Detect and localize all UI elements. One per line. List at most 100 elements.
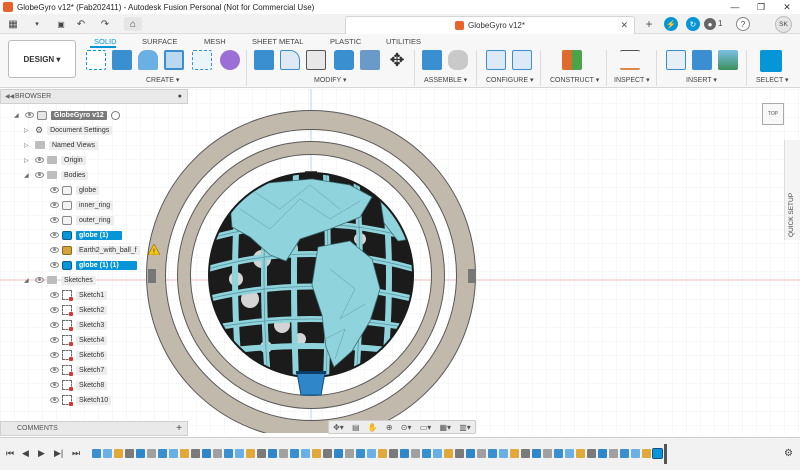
modify-group-label[interactable]: MODIFY ▾ bbox=[314, 76, 347, 84]
tree-item-body[interactable]: outer_ring bbox=[50, 213, 114, 227]
timeline-feature-icon[interactable] bbox=[510, 449, 519, 458]
timeline-feature-icon[interactable] bbox=[400, 449, 409, 458]
step-back-icon[interactable]: ◀ bbox=[22, 448, 29, 459]
close-window-button[interactable]: ✕ bbox=[774, 0, 800, 14]
timeline-feature-icon[interactable] bbox=[158, 449, 167, 458]
visibility-eye-icon[interactable] bbox=[50, 307, 59, 313]
tab-plastic[interactable]: PLASTIC bbox=[330, 37, 361, 46]
tab-solid[interactable]: SOLID bbox=[94, 37, 117, 46]
visibility-eye-icon[interactable] bbox=[50, 397, 59, 403]
timeline-feature-icon[interactable] bbox=[554, 449, 563, 458]
create-sketch-icon[interactable] bbox=[86, 50, 106, 70]
timeline-feature-icon[interactable] bbox=[279, 449, 288, 458]
tree-item-sketch[interactable]: Sketch2 bbox=[50, 303, 108, 317]
inspect-group-label[interactable]: INSPECT ▾ bbox=[614, 76, 650, 84]
visibility-eye-icon[interactable] bbox=[50, 232, 59, 238]
go-to-start-icon[interactable]: ⏮ bbox=[6, 448, 14, 459]
zoom-icon[interactable]: ⊕ bbox=[386, 423, 393, 432]
visibility-eye-icon[interactable] bbox=[35, 277, 44, 283]
timeline-feature-icon[interactable] bbox=[587, 449, 596, 458]
close-tab-icon[interactable]: ✕ bbox=[620, 20, 628, 31]
step-forward-icon[interactable]: ▶| bbox=[54, 448, 63, 459]
expand-arrow-icon[interactable]: ▷ bbox=[24, 142, 30, 149]
document-tab[interactable]: GlobeGyro v12* ✕ bbox=[345, 16, 635, 34]
configure-table-icon[interactable] bbox=[512, 50, 532, 70]
timeline-feature-icon[interactable] bbox=[576, 449, 585, 458]
tab-utilities[interactable]: UTILITIES bbox=[386, 37, 421, 46]
tree-item-document-settings[interactable]: ▷ ⚙ Document Settings bbox=[24, 123, 113, 137]
zoom-window-icon[interactable]: ⊙▾ bbox=[401, 423, 412, 432]
save-icon[interactable]: ▣ bbox=[52, 17, 70, 31]
home-icon[interactable]: ⌂ bbox=[124, 17, 142, 31]
tree-root[interactable]: ◢ GlobeGyro v12 bbox=[14, 108, 120, 122]
tree-item-mesh-body[interactable]: Earth2_with_ball_f bbox=[50, 243, 140, 257]
timeline-feature-icon[interactable] bbox=[499, 449, 508, 458]
timeline-feature-icon[interactable] bbox=[444, 449, 453, 458]
timeline-feature-icon[interactable] bbox=[433, 449, 442, 458]
timeline-feature-icon[interactable] bbox=[652, 448, 663, 459]
move-copy-icon[interactable]: ✥ bbox=[387, 50, 407, 70]
minimize-button[interactable]: — bbox=[722, 0, 748, 14]
tab-surface[interactable]: SURFACE bbox=[142, 37, 177, 46]
visibility-eye-icon[interactable] bbox=[50, 382, 59, 388]
timeline-feature-icon[interactable] bbox=[345, 449, 354, 458]
insert-canvas-icon[interactable] bbox=[718, 50, 738, 70]
collapse-arrow-icon[interactable]: ◢ bbox=[24, 277, 30, 284]
timeline-feature-icon[interactable] bbox=[477, 449, 486, 458]
timeline-feature-icon[interactable] bbox=[466, 449, 475, 458]
tab-mesh[interactable]: MESH bbox=[204, 37, 226, 46]
offset-plane-icon[interactable] bbox=[562, 50, 582, 70]
help-icon[interactable]: ? bbox=[736, 17, 750, 31]
visibility-eye-icon[interactable] bbox=[50, 292, 59, 298]
timeline-feature-icon[interactable] bbox=[631, 449, 640, 458]
tree-item-sketch[interactable]: Sketch3 bbox=[50, 318, 108, 332]
undo-icon[interactable]: ↶ bbox=[72, 17, 90, 31]
chamfer-icon[interactable] bbox=[306, 50, 326, 70]
select-group-label[interactable]: SELECT ▾ bbox=[756, 76, 789, 84]
workspace-switcher[interactable]: DESIGN ▾ bbox=[8, 40, 76, 78]
visibility-eye-icon[interactable] bbox=[50, 337, 59, 343]
look-at-icon[interactable]: ▤ bbox=[352, 423, 360, 432]
redo-icon[interactable]: ↷ bbox=[96, 17, 114, 31]
visibility-eye-icon[interactable] bbox=[35, 172, 44, 178]
timeline-feature-icon[interactable] bbox=[114, 449, 123, 458]
timeline-feature-icon[interactable] bbox=[191, 449, 200, 458]
new-tab-button[interactable]: + bbox=[640, 17, 658, 31]
visibility-eye-icon[interactable] bbox=[25, 112, 34, 118]
grid-settings-icon[interactable]: ▦▾ bbox=[439, 423, 451, 432]
globe-stand-selected[interactable] bbox=[296, 372, 326, 396]
insert-group-label[interactable]: INSERT ▾ bbox=[686, 76, 717, 84]
timeline-feature-icon[interactable] bbox=[422, 449, 431, 458]
timeline-feature-icon[interactable] bbox=[103, 449, 112, 458]
timeline-feature-icon[interactable] bbox=[235, 449, 244, 458]
timeline-feature-icon[interactable] bbox=[598, 449, 607, 458]
data-panel-grid-icon[interactable]: ▦ bbox=[4, 17, 22, 31]
tree-item-origin[interactable]: ▷ Origin bbox=[24, 153, 86, 167]
visibility-eye-icon[interactable] bbox=[50, 217, 59, 223]
tree-item-body-selected[interactable]: globe (1) (1) bbox=[50, 258, 137, 272]
tree-item-sketch[interactable]: Sketch10 bbox=[50, 393, 112, 407]
add-comment-button[interactable]: + bbox=[176, 423, 182, 434]
tree-item-body-selected[interactable]: globe (1) bbox=[50, 228, 123, 242]
maximize-button[interactable]: ❐ bbox=[748, 0, 774, 14]
visibility-eye-icon[interactable] bbox=[50, 247, 59, 253]
visibility-eye-icon[interactable] bbox=[50, 367, 59, 373]
tree-item-sketch[interactable]: Sketch7 bbox=[50, 363, 108, 377]
timeline-marker[interactable] bbox=[664, 444, 667, 464]
timeline-feature-icon[interactable] bbox=[180, 449, 189, 458]
tree-item-sketches[interactable]: ◢ Sketches bbox=[24, 273, 96, 287]
timeline-feature-icon[interactable] bbox=[609, 449, 618, 458]
timeline-feature-icon[interactable] bbox=[543, 449, 552, 458]
configure-icon[interactable] bbox=[486, 50, 506, 70]
collapse-browser-icon[interactable]: ◀◀ bbox=[5, 93, 14, 100]
timeline-feature-icon[interactable] bbox=[92, 449, 101, 458]
timeline-feature-icon[interactable] bbox=[268, 449, 277, 458]
collapse-arrow-icon[interactable]: ◢ bbox=[24, 172, 30, 179]
tree-item-sketch[interactable]: Sketch8 bbox=[50, 378, 108, 392]
measure-icon[interactable] bbox=[620, 50, 640, 70]
timeline-feature-icon[interactable] bbox=[411, 449, 420, 458]
extensions-icon[interactable]: ⚡ bbox=[664, 17, 678, 31]
browser-options-icon[interactable]: ● bbox=[178, 93, 182, 100]
timeline-feature-icon[interactable] bbox=[257, 449, 266, 458]
revolve-icon[interactable] bbox=[138, 50, 158, 70]
